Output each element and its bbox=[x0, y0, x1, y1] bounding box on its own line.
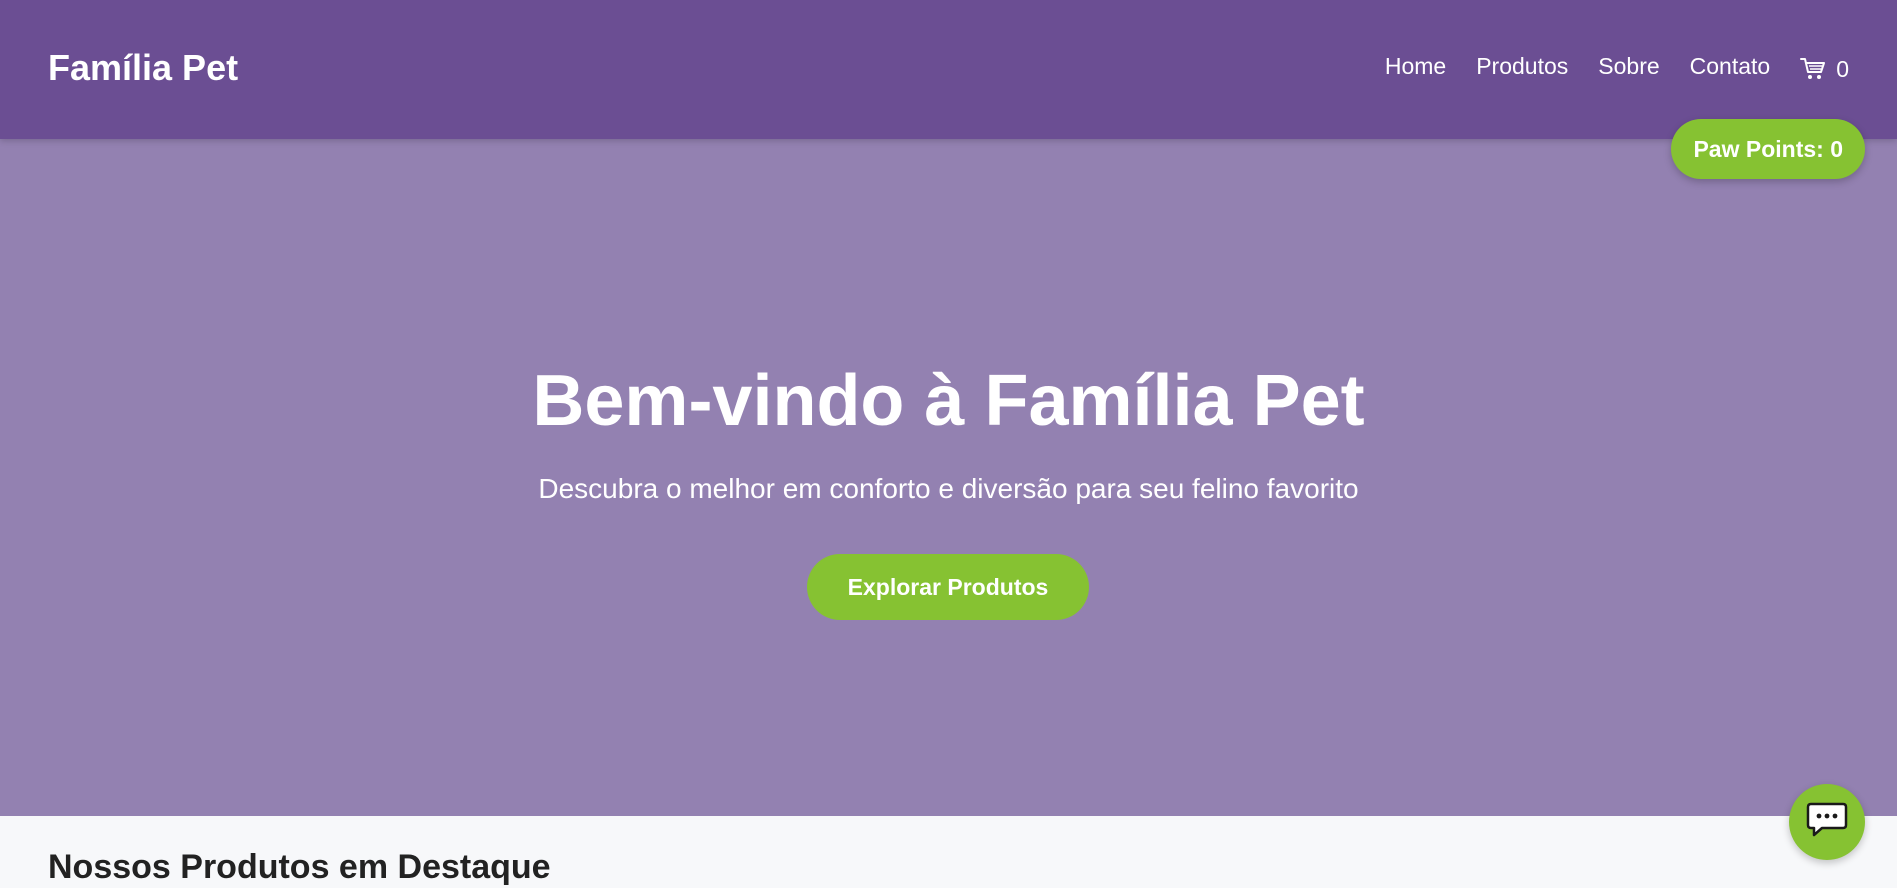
nav-link-home[interactable]: Home bbox=[1385, 50, 1446, 82]
nav-link-produtos[interactable]: Produtos bbox=[1476, 50, 1568, 82]
cart-button[interactable]: 0 bbox=[1800, 53, 1849, 85]
cart-count: 0 bbox=[1836, 56, 1849, 82]
hero-title: Bem-vindo à Família Pet bbox=[532, 361, 1365, 441]
nav-link-contato[interactable]: Contato bbox=[1690, 50, 1771, 82]
brand-logo-text[interactable]: Família Pet bbox=[48, 46, 238, 90]
chat-button[interactable] bbox=[1789, 784, 1865, 860]
main-nav: Home Produtos Sobre Contato 0 bbox=[1385, 50, 1849, 82]
shopping-cart-icon bbox=[1800, 57, 1826, 81]
nav-link-sobre[interactable]: Sobre bbox=[1598, 50, 1659, 82]
chat-bubble-icon bbox=[1806, 801, 1848, 844]
hero-subtitle: Descubra o melhor em conforto e diversão… bbox=[538, 473, 1359, 504]
featured-products-title: Nossos Produtos em Destaque bbox=[48, 848, 551, 886]
site-header: Família Pet Home Produtos Sobre Contato … bbox=[0, 0, 1897, 139]
paw-points-badge[interactable]: Paw Points: 0 bbox=[1671, 119, 1865, 179]
featured-products-section: Nossos Produtos em Destaque bbox=[0, 816, 1897, 888]
explore-products-button[interactable]: Explorar Produtos bbox=[807, 554, 1089, 620]
hero-section: Bem-vindo à Família Pet Descubra o melho… bbox=[0, 139, 1897, 816]
